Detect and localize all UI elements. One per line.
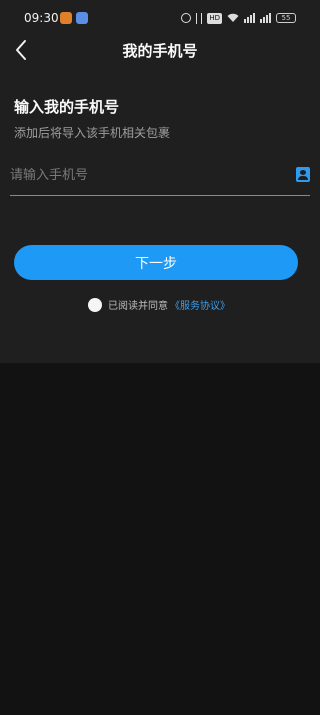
signal-icon [244, 13, 255, 23]
phone-input[interactable] [10, 160, 280, 190]
alarm-icon [181, 13, 192, 23]
agreement-row: 已阅读并同意 《服务协议》 [88, 297, 230, 312]
phone-field [10, 160, 310, 196]
hd-icon: HD [207, 12, 222, 24]
agreement-text: 已阅读并同意 [108, 301, 168, 312]
status-icons: HD 55 [181, 12, 296, 24]
status-bar: 09:30 HD 55 [0, 0, 320, 36]
agree-radio-icon[interactable] [88, 297, 102, 312]
service-agreement-link[interactable]: 《服务协议》 [170, 297, 230, 312]
status-time: 09:30 [24, 11, 59, 25]
header: 我的手机号 [0, 36, 320, 66]
next-button[interactable]: 下一步 [14, 245, 298, 280]
app-notification-icon [76, 12, 88, 24]
contacts-icon[interactable] [296, 167, 310, 182]
battery-icon: 55 [276, 13, 296, 23]
page-title: 我的手机号 [122, 42, 198, 60]
app-notification-icon [60, 12, 72, 24]
form-heading: 输入我的手机号 [14, 98, 120, 116]
wifi-icon [227, 13, 239, 23]
bluetooth-icon [196, 12, 203, 24]
signal-icon [260, 13, 271, 23]
form-subheading: 添加后将导入该手机相关包裹 [14, 126, 171, 140]
